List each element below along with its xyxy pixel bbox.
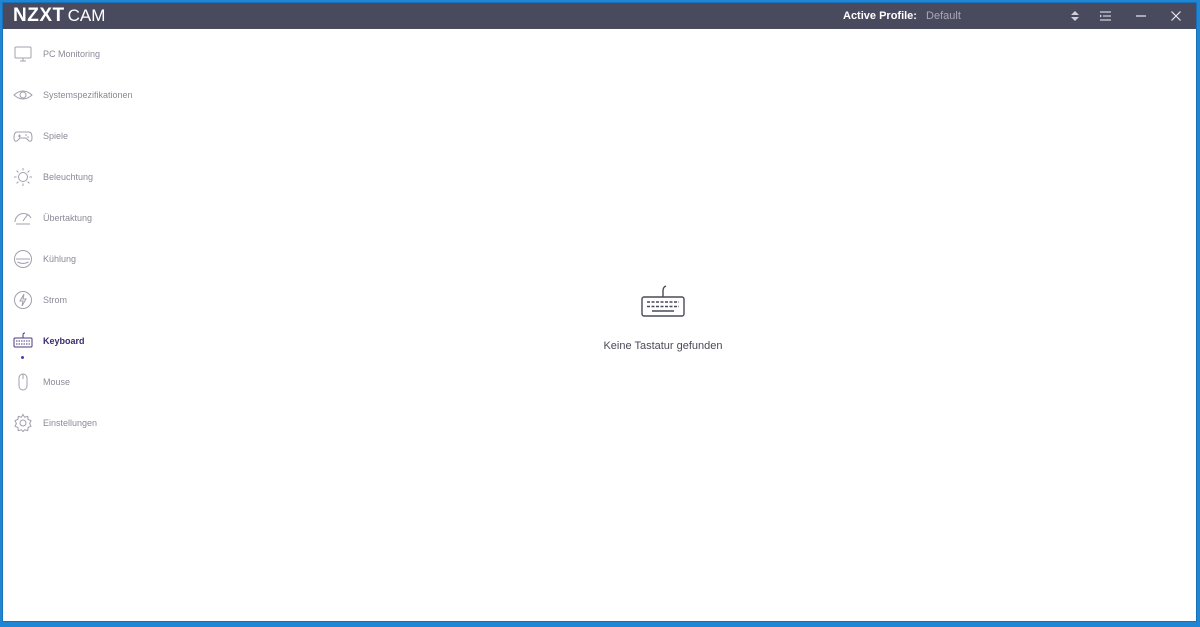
- menu-button[interactable]: [1090, 3, 1120, 29]
- sidebar-item-keyboard[interactable]: Keyboard: [3, 324, 203, 359]
- active-indicator-dot: [21, 356, 24, 359]
- gamepad-icon: [13, 126, 33, 146]
- title-bar: NZXT CAM Active Profile: Default: [3, 3, 1196, 29]
- sidebar-item-label: Strom: [43, 295, 68, 305]
- sidebar-item-label: Spiele: [43, 131, 69, 141]
- app-logo: NZXT CAM: [13, 5, 105, 27]
- close-button[interactable]: [1161, 3, 1191, 29]
- active-profile[interactable]: Active Profile: Default: [843, 10, 961, 22]
- sun-icon: [13, 167, 33, 187]
- profile-sort-button[interactable]: [1060, 3, 1090, 29]
- empty-state: Keine Tastatur gefunden: [523, 283, 803, 352]
- fan-icon: [13, 249, 33, 269]
- sidebar-item-label: Beleuchtung: [43, 172, 94, 182]
- logo-product: CAM: [67, 6, 106, 25]
- sidebar-item-label: Systemspezifikationen: [43, 90, 133, 100]
- menu-icon: [1099, 11, 1111, 21]
- sidebar-item-label: Keyboard: [43, 336, 85, 346]
- lightning-icon: [13, 290, 33, 310]
- close-icon: [1171, 11, 1181, 21]
- sidebar-item-label: Einstellungen: [43, 418, 98, 428]
- sidebar: PC Monitoring Systemspezifikationen Spie…: [3, 29, 203, 621]
- eye-icon: [13, 85, 33, 105]
- logo-brand: NZXT: [13, 5, 65, 26]
- speedometer-icon: [13, 208, 33, 228]
- mouse-icon: [13, 372, 33, 392]
- sort-icon: [1071, 11, 1079, 21]
- empty-state-message: Keine Tastatur gefunden: [603, 340, 723, 352]
- active-profile-label: Active Profile:: [843, 10, 917, 22]
- sidebar-item-label: PC Monitoring: [43, 49, 101, 59]
- sidebar-item-kuehlung[interactable]: Kühlung: [3, 242, 203, 276]
- minimize-button[interactable]: [1126, 3, 1156, 29]
- active-profile-value: Default: [926, 10, 961, 22]
- monitor-icon: [13, 44, 33, 64]
- keyboard-icon: [641, 285, 685, 317]
- sidebar-item-einstellungen[interactable]: Einstellungen: [3, 406, 203, 440]
- sidebar-item-label: Kühlung: [43, 254, 77, 264]
- sidebar-item-mouse[interactable]: Mouse: [3, 365, 203, 399]
- gear-icon: [13, 413, 33, 433]
- sidebar-item-spiele[interactable]: Spiele: [3, 119, 203, 153]
- minimize-icon: [1136, 15, 1146, 17]
- sidebar-item-label: Mouse: [43, 377, 71, 387]
- sidebar-item-strom[interactable]: Strom: [3, 283, 203, 317]
- sidebar-item-label: Übertaktung: [43, 213, 93, 223]
- app-window: NZXT CAM Active Profile: Default PC Moni…: [3, 3, 1196, 621]
- sidebar-item-pc-monitoring[interactable]: PC Monitoring: [3, 37, 203, 71]
- sidebar-item-systemspezifikationen[interactable]: Systemspezifikationen: [3, 78, 203, 112]
- sidebar-item-beleuchtung[interactable]: Beleuchtung: [3, 160, 203, 194]
- keyboard-icon: [13, 331, 33, 351]
- sidebar-item-uebertaktung[interactable]: Übertaktung: [3, 201, 203, 235]
